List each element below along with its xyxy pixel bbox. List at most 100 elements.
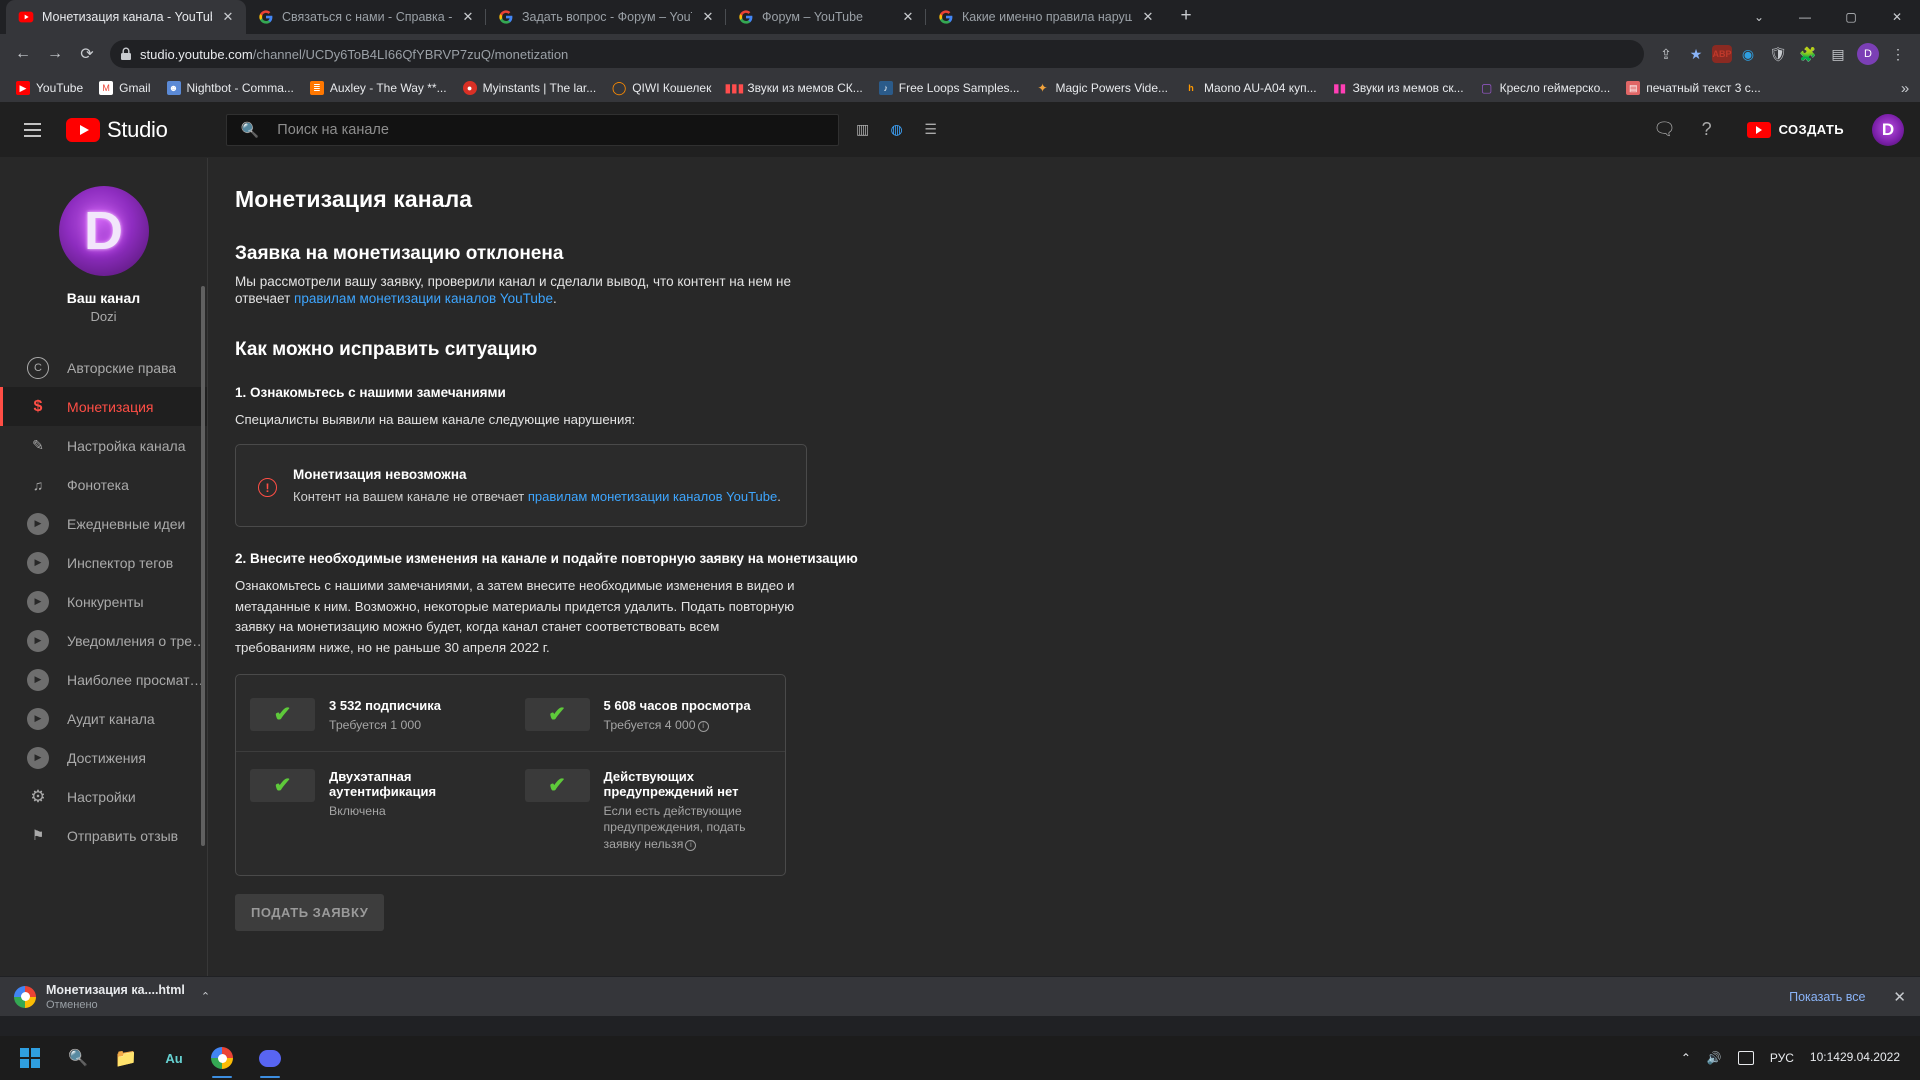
forward-button[interactable]: → (40, 39, 70, 69)
search-icon[interactable]: 🔍 (54, 1036, 102, 1080)
sidebar-item-trend-alerts[interactable]: ▶ Уведомления о тренд… (0, 621, 207, 660)
sidebar-item-channel-audit[interactable]: ▶ Аудит канала (0, 699, 207, 738)
download-item[interactable]: Монетизация ка....html Отменено (46, 983, 185, 1011)
language-indicator[interactable]: РУС (1762, 1036, 1802, 1080)
sidebar-item-most-viewed[interactable]: ▶ Наиболее просматри… (0, 660, 207, 699)
tray-chevron-icon[interactable]: ⌃ (1673, 1036, 1699, 1080)
window-maximize-button[interactable]: ▢ (1828, 0, 1874, 34)
back-button[interactable]: ← (8, 39, 38, 69)
reload-button[interactable]: ⟳ (72, 39, 102, 69)
bookmark-item[interactable]: ▢ Кресло геймерско... (1472, 76, 1619, 100)
browser-tab[interactable]: Монетизация канала - YouTube ✕ (6, 0, 246, 34)
search-input[interactable] (277, 121, 824, 138)
channel-avatar[interactable]: D (58, 186, 149, 276)
slider-icon[interactable]: ▥ (851, 118, 875, 142)
sidebar-item-label: Ежедневные идеи (67, 515, 186, 532)
sidebar-item-send-feedback[interactable]: ⚑ Отправить отзыв (0, 816, 207, 855)
sidebar-item-settings[interactable]: ⚙ Настройки (0, 777, 207, 816)
address-bar[interactable]: studio.youtube.com/channel/UCDy6ToB4LI66… (110, 40, 1644, 68)
volume-icon[interactable]: 🔊 (1699, 1036, 1730, 1080)
sidebar-item-audio-library[interactable]: ♫ Фонотека (0, 465, 207, 504)
show-all-downloads-link[interactable]: Показать все (1789, 990, 1865, 1004)
extension-shield-icon[interactable]: 🛡 (1764, 40, 1792, 68)
bookmark-item[interactable]: M Gmail (91, 76, 158, 100)
hamburger-icon[interactable] (12, 110, 52, 150)
extension-abp-icon[interactable]: ABP (1712, 45, 1732, 63)
audition-icon[interactable]: Au (150, 1036, 198, 1080)
bookmark-item[interactable]: h Maono AU-A04 куп... (1176, 76, 1325, 100)
info-icon[interactable]: i (685, 839, 697, 851)
share-icon[interactable]: ⇪ (1652, 40, 1680, 68)
monetization-policies-link[interactable]: правилам монетизации каналов YouTube (294, 291, 553, 306)
requirement-title: Двухэтапная аутентификация (329, 768, 437, 799)
tab-close-icon[interactable]: ✕ (1140, 9, 1156, 25)
notification-icon[interactable] (1730, 1036, 1762, 1080)
sidebar-item-monetization[interactable]: $ Монетизация (0, 387, 207, 426)
bookmark-item[interactable]: ▤ печатный текст 3 с... (1618, 76, 1768, 100)
search-box[interactable]: 🔍 (225, 113, 839, 146)
bookmark-item[interactable]: ▮▮▮ Звуки из мемов СК... (719, 76, 870, 100)
kebab-menu-icon[interactable]: ⋮ (1884, 40, 1912, 68)
window-extra-icon[interactable]: ⌄ (1736, 0, 1782, 34)
window-close-button[interactable]: ✕ (1874, 0, 1920, 34)
sidebar-item-tag-inspector[interactable]: ▶ Инспектор тегов (0, 543, 207, 582)
bookmark-label: Magic Powers Vide... (1055, 81, 1169, 95)
tab-close-icon[interactable]: ✕ (460, 9, 476, 25)
toolbar-icons: ⇪ ★ ABP ◉ 🛡 🧩 ▤ D ⋮ (1652, 40, 1912, 68)
browser-tab[interactable]: Задать вопрос - Форум – YouTu ✕ (486, 0, 726, 34)
list-icon[interactable]: ☰ (919, 118, 943, 142)
sidebar-item-label: Настройка канала (67, 437, 186, 454)
sidebar-item-customization[interactable]: ✎ Настройка канала (0, 426, 207, 465)
bookmark-star-icon[interactable]: ★ (1682, 40, 1710, 68)
feedback-icon[interactable]: 🗨 (1653, 118, 1677, 142)
bookmark-item[interactable]: ✦ Magic Powers Vide... (1028, 76, 1177, 100)
submit-application-button[interactable]: ПОДАТЬ ЗАЯВКУ (235, 894, 385, 932)
sidebar-item-competitors[interactable]: ▶ Конкуренты (0, 582, 207, 621)
browser-tab[interactable]: Какие именно правила нарушае ✕ (926, 0, 1166, 34)
bookmark-item[interactable]: ▶ YouTube (8, 76, 91, 100)
windows-start-icon[interactable] (6, 1036, 54, 1080)
tab-close-icon[interactable]: ✕ (220, 9, 236, 25)
tab-title: Какие именно правила нарушае (962, 10, 1132, 24)
studio-logo[interactable]: Studio (66, 117, 168, 143)
avatar[interactable]: D (1872, 113, 1904, 146)
info-icon[interactable]: i (697, 720, 709, 732)
sidepanel-icon[interactable]: ▤ (1824, 40, 1852, 68)
chevron-up-icon[interactable]: ⌃ (201, 990, 210, 1003)
sidebar-item-daily-ideas[interactable]: ▶ Ежедневные идеи (0, 504, 207, 543)
alert-policies-link[interactable]: правилам монетизации каналов YouTube (528, 489, 777, 504)
bookmark-item[interactable]: ☻ Nightbot - Comma... (159, 76, 302, 100)
help-icon[interactable]: ? (1695, 118, 1719, 142)
taskbar-clock[interactable]: 10:14 29.04.2022 (1802, 1036, 1914, 1080)
file-explorer-icon[interactable]: 📁 (102, 1036, 150, 1080)
bookmark-item[interactable]: ≣ Auxley - The Way **... (302, 76, 455, 100)
translate-icon[interactable]: ◍ (885, 118, 909, 142)
shop-icon: h (1188, 83, 1194, 93)
extension-blue-icon[interactable]: ◉ (1734, 40, 1762, 68)
extension-puzzle-icon[interactable]: 🧩 (1794, 40, 1822, 68)
browser-tab[interactable]: Связаться с нами - Справка - Yo ✕ (246, 0, 486, 34)
window-minimize-button[interactable]: — (1782, 0, 1828, 34)
browser-toolbar: ← → ⟳ studio.youtube.com/channel/UCDy6To… (0, 34, 1920, 74)
sidebar-scrollbar[interactable] (201, 286, 205, 846)
discord-icon[interactable] (246, 1036, 294, 1080)
profile-button[interactable]: D (1854, 40, 1882, 68)
bookmark-item[interactable]: ♪ Free Loops Samples... (871, 76, 1028, 100)
clock-time: 10:14 (1809, 1050, 1840, 1065)
tab-close-icon[interactable]: ✕ (700, 9, 716, 25)
bookmark-item[interactable]: ◯ QIWI Кошелек (604, 76, 719, 100)
lock-icon (121, 47, 131, 60)
magic-wand-icon: ✎ (32, 437, 44, 453)
browser-tab[interactable]: Форум – YouTube ✕ (726, 0, 926, 34)
bookmark-item[interactable]: ● Myinstants | The lar... (455, 76, 605, 100)
new-tab-button[interactable]: + (1172, 3, 1200, 31)
sidebar-item-copyright[interactable]: C Авторские права (0, 348, 207, 387)
create-button[interactable]: СОЗДАТЬ (1737, 114, 1854, 146)
channel-block: D Ваш канал Dozi (0, 158, 207, 334)
tab-close-icon[interactable]: ✕ (900, 9, 916, 25)
bookmark-item[interactable]: ▮▮ Звуки из мемов ск... (1325, 76, 1472, 100)
close-download-bar-icon[interactable]: ✕ (1893, 988, 1906, 1006)
bookmarks-overflow-button[interactable]: » (1894, 80, 1916, 97)
sidebar-item-achievements[interactable]: ▶ Достижения (0, 738, 207, 777)
chrome-icon[interactable] (198, 1036, 246, 1080)
